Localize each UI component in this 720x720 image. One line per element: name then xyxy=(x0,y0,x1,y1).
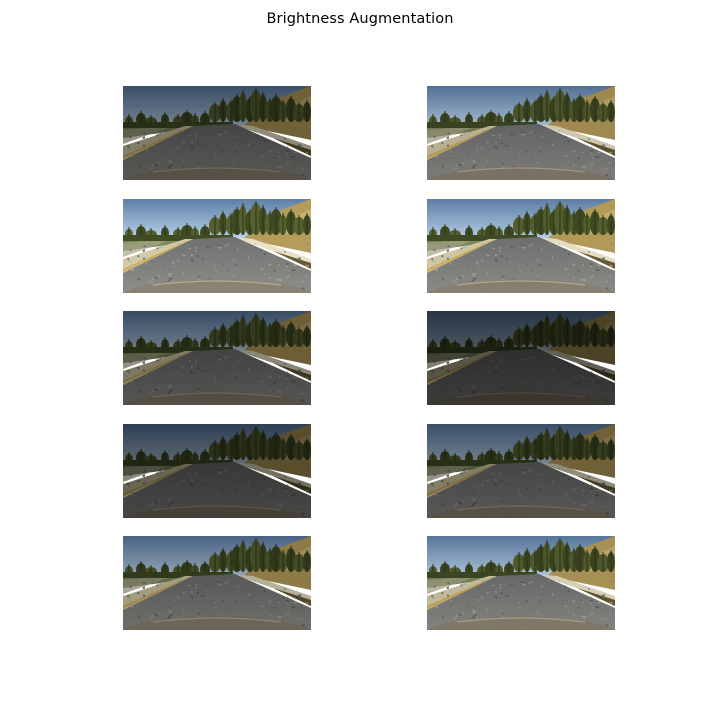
road-image-r3-c2 xyxy=(427,311,615,405)
road-image-r5-c2 xyxy=(427,536,615,630)
road-image-r2-c1 xyxy=(123,199,311,293)
road-scene-graphic xyxy=(427,311,615,405)
road-image-r2-c2 xyxy=(427,199,615,293)
road-image-r4-c2 xyxy=(427,424,615,518)
road-scene-graphic xyxy=(123,199,311,293)
road-image-r1-c1 xyxy=(123,86,311,180)
road-scene-graphic xyxy=(123,311,311,405)
road-scene-graphic xyxy=(427,536,615,630)
road-image-r4-c1 xyxy=(123,424,311,518)
road-scene-graphic xyxy=(427,199,615,293)
road-scene-graphic xyxy=(427,424,615,518)
road-image-r5-c1 xyxy=(123,536,311,630)
road-image-r3-c1 xyxy=(123,311,311,405)
road-scene-graphic xyxy=(123,86,311,180)
road-scene-graphic xyxy=(123,424,311,518)
road-scene-graphic xyxy=(427,86,615,180)
road-scene-graphic xyxy=(123,536,311,630)
road-image-r1-c2 xyxy=(427,86,615,180)
image-grid xyxy=(0,0,720,720)
